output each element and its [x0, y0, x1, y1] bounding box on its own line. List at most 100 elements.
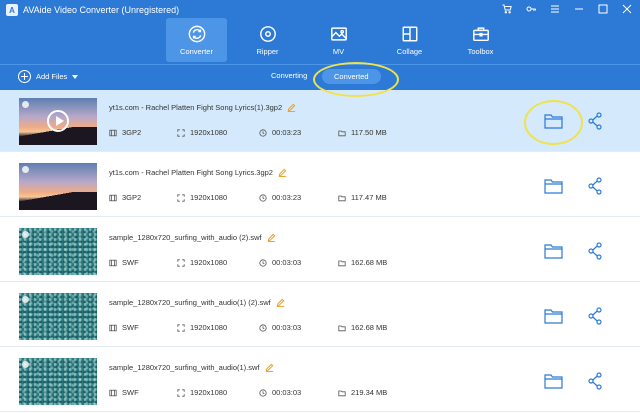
menu-icon[interactable] [548, 2, 562, 16]
size-info: 117.50 MB [338, 128, 387, 137]
edit-pencil-icon[interactable] [278, 168, 287, 177]
video-thumbnail[interactable] [19, 98, 97, 145]
open-folder-button[interactable] [544, 178, 563, 194]
file-format: SWF [122, 323, 139, 332]
open-folder-button[interactable] [544, 373, 563, 389]
collage-icon [402, 26, 417, 41]
tab-collage[interactable]: Collage [379, 18, 440, 62]
resolution-info: 1920x1080 [177, 323, 227, 332]
tab-converted[interactable]: Converted [322, 69, 381, 84]
add-circle-icon [18, 70, 31, 83]
file-size-icon [338, 260, 346, 266]
format-info: 3GP2 [109, 128, 141, 137]
toolbox-icon [472, 26, 489, 41]
share-icon[interactable] [588, 177, 602, 195]
tab-label: Toolbox [467, 46, 494, 56]
thumbnail-logo-icon [22, 361, 29, 368]
share-icon[interactable] [588, 307, 602, 325]
video-thumbnail[interactable] [19, 163, 97, 210]
open-folder-button[interactable] [544, 243, 563, 259]
key-icon[interactable] [524, 2, 538, 16]
tab-mv[interactable]: MV [308, 18, 369, 62]
file-name: sample_1280x720_surfing_with_audio (2).s… [109, 233, 262, 242]
size-info: 117.47 MB [338, 193, 387, 202]
edit-pencil-icon[interactable] [265, 363, 274, 372]
file-row[interactable]: yt1s.com - Rachel Platten Fight Song Lyr… [0, 155, 640, 217]
size-info: 162.68 MB [338, 258, 387, 267]
file-row[interactable]: sample_1280x720_surfing_with_audio (2).s… [0, 220, 640, 282]
thumbnail-logo-icon [22, 101, 29, 108]
clock-icon [259, 128, 267, 137]
file-name: yt1s.com - Rachel Platten Fight Song Lyr… [109, 168, 273, 177]
file-duration: 00:03:03 [272, 258, 302, 267]
thumbnail-logo-icon [22, 296, 29, 303]
open-folder-button[interactable] [544, 113, 563, 129]
thumbnail-logo-icon [22, 166, 29, 173]
file-resolution: 1920x1080 [190, 258, 228, 267]
file-size-icon [338, 195, 346, 201]
app-title-area: A AVAide Video Converter (Unregistered) [6, 4, 179, 16]
file-duration: 00:03:03 [272, 388, 302, 397]
film-icon [109, 194, 117, 201]
video-thumbnail[interactable] [19, 358, 97, 405]
film-icon [109, 324, 117, 331]
resolution-icon [177, 128, 185, 137]
video-thumbnail[interactable] [19, 228, 97, 275]
file-size-icon [338, 130, 346, 136]
tab-label: Converter [180, 46, 213, 56]
file-name-area: yt1s.com - Rachel Platten Fight Song Lyr… [109, 168, 287, 177]
file-format: SWF [122, 388, 139, 397]
file-format: 3GP2 [122, 128, 142, 137]
clock-icon [259, 323, 267, 332]
file-resolution: 1920x1080 [190, 128, 228, 137]
film-icon [109, 129, 117, 136]
file-size-icon [338, 390, 346, 396]
file-format: SWF [122, 258, 139, 267]
share-icon[interactable] [588, 112, 602, 130]
duration-info: 00:03:03 [259, 388, 301, 397]
duration-info: 00:03:23 [259, 128, 301, 137]
resolution-info: 1920x1080 [177, 258, 227, 267]
share-icon[interactable] [588, 372, 602, 390]
tab-converting[interactable]: Converting [271, 71, 307, 80]
add-files-label: Add Files [36, 72, 68, 81]
tab-converter[interactable]: Converter [166, 18, 227, 62]
open-folder-button[interactable] [544, 308, 563, 324]
resolution-info: 1920x1080 [177, 388, 227, 397]
file-size: 117.47 MB [351, 193, 387, 202]
close-icon[interactable] [620, 2, 634, 16]
file-row[interactable]: sample_1280x720_surfing_with_audio(1) (2… [0, 285, 640, 347]
file-row[interactable]: sample_1280x720_surfing_with_audio(1).sw… [0, 350, 640, 412]
minimize-icon[interactable] [572, 2, 586, 16]
video-thumbnail[interactable] [19, 293, 97, 340]
tab-ripper[interactable]: Ripper [237, 18, 298, 62]
edit-pencil-icon[interactable] [287, 103, 296, 112]
title-bar: A AVAide Video Converter (Unregistered) … [0, 0, 640, 64]
play-icon[interactable] [47, 110, 69, 132]
app-logo-icon: A [6, 4, 18, 16]
tab-toolbox[interactable]: Toolbox [450, 18, 511, 62]
maximize-icon[interactable] [596, 2, 610, 16]
format-info: SWF [109, 258, 139, 267]
resolution-icon [177, 388, 185, 397]
edit-pencil-icon[interactable] [276, 298, 285, 307]
file-resolution: 1920x1080 [190, 388, 228, 397]
tab-label: Ripper [256, 46, 279, 56]
main-nav: Converter Ripper MV Collage Toolbox [166, 18, 521, 62]
file-name-area: sample_1280x720_surfing_with_audio(1) (2… [109, 298, 285, 307]
duration-info: 00:03:23 [259, 193, 301, 202]
chevron-down-icon[interactable] [72, 74, 79, 79]
edit-pencil-icon[interactable] [267, 233, 276, 242]
file-size-icon [338, 325, 346, 331]
file-name: sample_1280x720_surfing_with_audio(1) (2… [109, 298, 271, 307]
file-name-area: yt1s.com - Rachel Platten Fight Song Lyr… [109, 103, 296, 112]
cart-icon[interactable] [500, 2, 514, 16]
app-title: AVAide Video Converter (Unregistered) [23, 5, 180, 15]
file-row[interactable]: yt1s.com - Rachel Platten Fight Song Lyr… [0, 90, 640, 152]
film-icon [109, 389, 117, 396]
duration-info: 00:03:03 [259, 258, 301, 267]
share-icon[interactable] [588, 242, 602, 260]
size-info: 162.68 MB [338, 323, 387, 332]
add-files-button[interactable]: Add Files [18, 70, 79, 83]
size-info: 219.34 MB [338, 388, 387, 397]
